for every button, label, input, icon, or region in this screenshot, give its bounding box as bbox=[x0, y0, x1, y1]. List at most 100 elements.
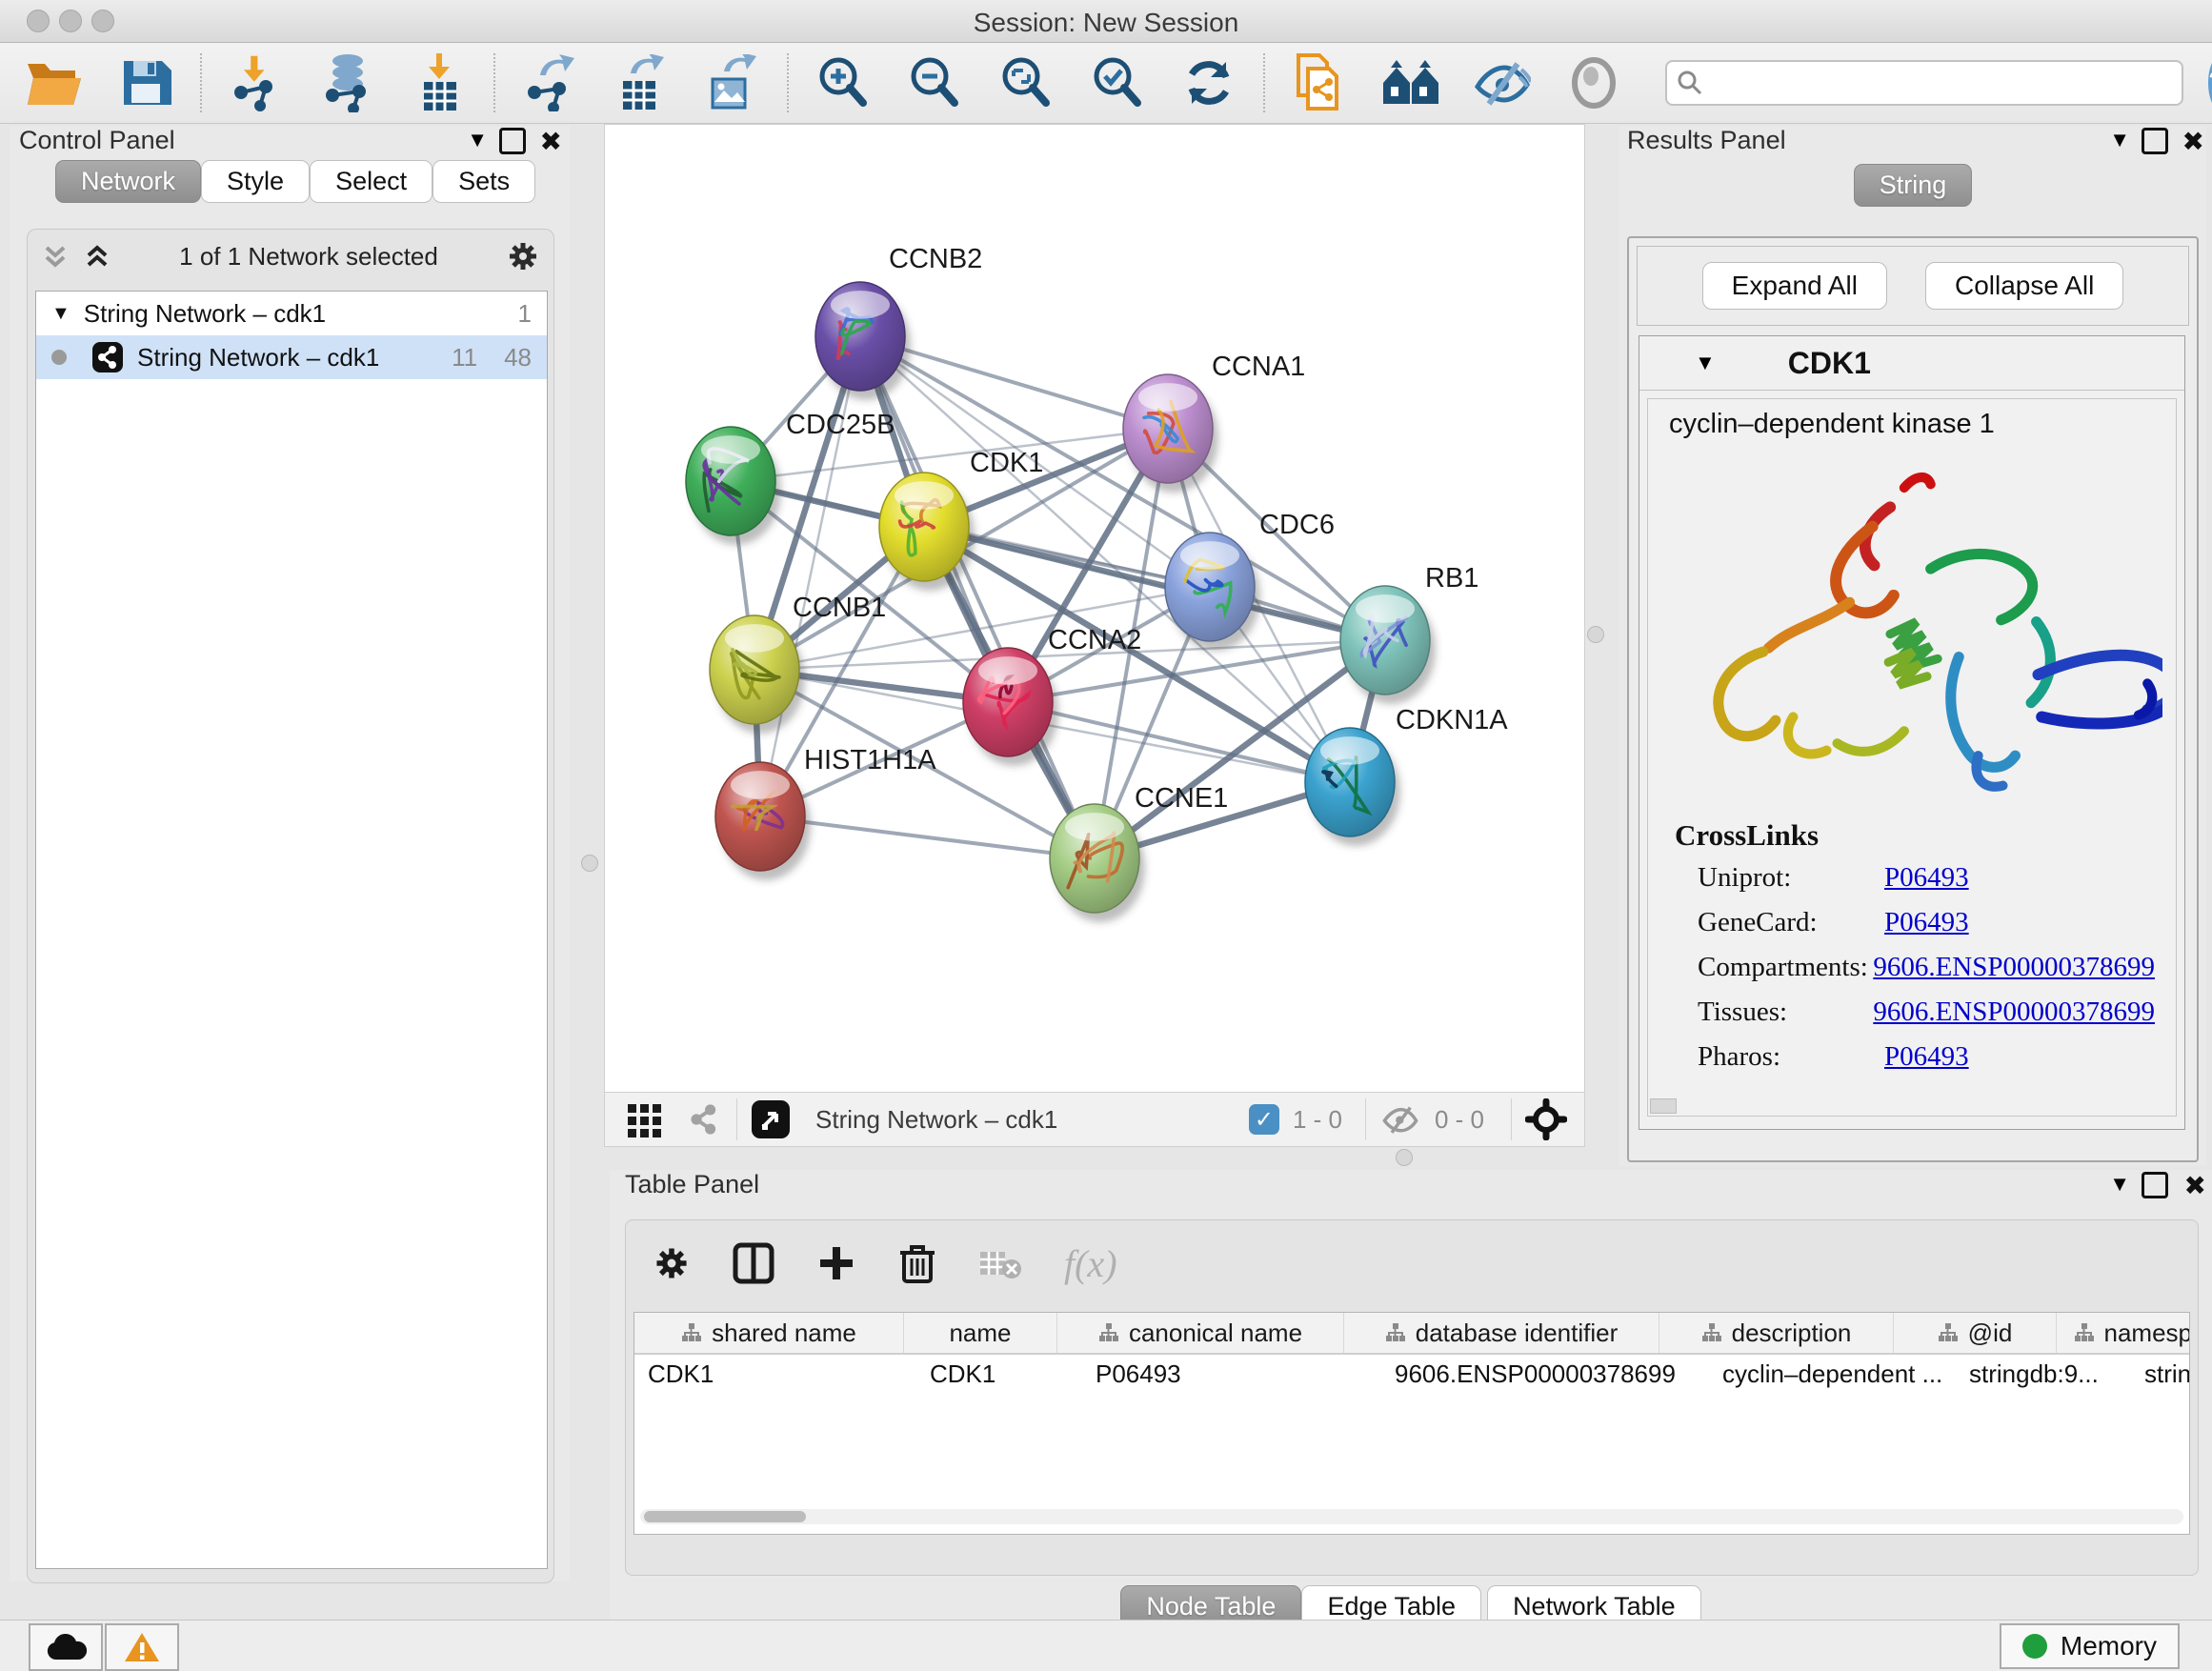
network-canvas[interactable]: CCNB2CCNA1CDC25BCDK1CDC6RB1CCNB1CCNA2CDK… bbox=[604, 124, 1585, 1094]
save-session-icon[interactable] bbox=[116, 53, 175, 112]
import-network-database-icon[interactable] bbox=[318, 53, 377, 112]
expand-all-button[interactable]: Expand All bbox=[1702, 262, 1887, 310]
show-columns-icon[interactable] bbox=[733, 1242, 774, 1284]
network-node-cdc6[interactable] bbox=[1165, 533, 1260, 651]
network-edge[interactable] bbox=[1008, 702, 1350, 782]
column-header--id[interactable]: @id bbox=[1894, 1313, 2057, 1353]
network-node-count: 11 bbox=[452, 343, 477, 372]
node-table[interactable]: shared namenamecanonical namedatabase id… bbox=[633, 1312, 2190, 1535]
column-header-description[interactable]: description bbox=[1659, 1313, 1894, 1353]
table-row[interactable]: CDK1CDK1P064939606.ENSP00000378699cyclin… bbox=[634, 1355, 2189, 1393]
crosslink-link[interactable]: P06493 bbox=[1884, 1041, 1969, 1086]
collection-count: 1 bbox=[518, 299, 532, 329]
table-hscrollbar[interactable] bbox=[640, 1509, 2183, 1524]
first-neighbors-icon[interactable] bbox=[1381, 53, 1440, 112]
tab-sets[interactable]: Sets bbox=[432, 160, 535, 203]
results-scroll-corner[interactable] bbox=[1650, 1098, 1677, 1114]
zoom-fit-icon[interactable] bbox=[996, 53, 1056, 112]
control-panel-close-icon[interactable]: ✖ bbox=[540, 126, 562, 157]
network-edge[interactable] bbox=[924, 527, 1385, 640]
clone-network-icon[interactable] bbox=[1290, 53, 1349, 112]
column-header-name[interactable]: name bbox=[904, 1313, 1057, 1353]
crosslink-link[interactable]: 9606.ENSP00000378699 bbox=[1873, 952, 2155, 997]
network-node-cdc25b[interactable] bbox=[686, 427, 781, 545]
network-node-ccnb1[interactable] bbox=[710, 615, 805, 734]
export-network-icon[interactable] bbox=[520, 53, 579, 112]
results-panel-close-icon[interactable]: ✖ bbox=[2182, 126, 2204, 157]
table-panel-close-icon[interactable]: ✖ bbox=[2184, 1170, 2206, 1201]
search-input[interactable] bbox=[1665, 60, 2183, 106]
table-gear-icon[interactable] bbox=[653, 1244, 691, 1282]
network-node-ccnb2[interactable] bbox=[815, 282, 911, 400]
network-node-ccna2[interactable] bbox=[963, 648, 1058, 766]
grid-view-icon[interactable] bbox=[626, 1100, 664, 1138]
network-edge[interactable] bbox=[860, 336, 1095, 858]
collapse-all-chevron-icon[interactable] bbox=[41, 242, 70, 271]
birdseye-view-icon[interactable] bbox=[751, 1099, 791, 1139]
import-network-file-icon[interactable] bbox=[227, 53, 286, 112]
left-splitter-handle[interactable] bbox=[581, 855, 598, 872]
gear-icon[interactable] bbox=[506, 239, 540, 273]
help-icon[interactable]: ? bbox=[2208, 57, 2212, 109]
zoom-out-icon[interactable] bbox=[905, 53, 964, 112]
cloud-status-button[interactable] bbox=[29, 1623, 103, 1671]
grayed-eye-icon bbox=[1564, 53, 1623, 112]
selected-checkbox-icon[interactable]: ✓ bbox=[1249, 1104, 1279, 1135]
right-splitter-handle[interactable] bbox=[1587, 626, 1604, 643]
hidden-eye-icon bbox=[1379, 1102, 1421, 1137]
expand-all-chevron-icon[interactable] bbox=[83, 242, 111, 271]
results-panel-float-icon[interactable] bbox=[2142, 128, 2168, 154]
open-session-icon[interactable] bbox=[25, 53, 84, 112]
network-node-rb1[interactable] bbox=[1340, 586, 1436, 704]
crosslink-link[interactable]: P06493 bbox=[1884, 862, 1969, 907]
export-table-icon[interactable] bbox=[612, 53, 671, 112]
memory-button[interactable]: Memory bbox=[2000, 1623, 2180, 1669]
column-header-database-identifier[interactable]: database identifier bbox=[1344, 1313, 1659, 1353]
crosslink-label: Pharos: bbox=[1698, 1041, 1884, 1086]
hide-selected-icon[interactable] bbox=[1473, 53, 1532, 112]
results-panel-collapse-icon[interactable]: ▼ bbox=[2109, 128, 2130, 152]
add-column-icon[interactable] bbox=[816, 1243, 856, 1283]
share-view-icon[interactable] bbox=[687, 1101, 723, 1137]
crosslink-link[interactable]: 9606.ENSP00000378699 bbox=[1873, 997, 2155, 1041]
tab-style[interactable]: Style bbox=[201, 160, 310, 203]
tab-network[interactable]: Network bbox=[55, 160, 201, 203]
export-image-icon[interactable] bbox=[703, 53, 762, 112]
gene-section-expander-icon[interactable]: ▼ bbox=[1695, 351, 1716, 375]
network-graph[interactable]: CCNB2CCNA1CDC25BCDK1CDC6RB1CCNB1CCNA2CDK… bbox=[605, 125, 1584, 1093]
network-node-ccne1[interactable] bbox=[1050, 804, 1145, 922]
horizontal-splitter-handle[interactable] bbox=[1396, 1149, 1413, 1166]
control-panel-float-icon[interactable] bbox=[499, 128, 526, 154]
tab-select[interactable]: Select bbox=[310, 160, 432, 203]
warning-status-button[interactable] bbox=[105, 1623, 179, 1671]
column-header-canonical-name[interactable]: canonical name bbox=[1057, 1313, 1344, 1353]
collapse-all-button[interactable]: Collapse All bbox=[1925, 262, 2123, 310]
tree-expander-icon[interactable]: ▼ bbox=[51, 303, 70, 325]
network-tree-root-row[interactable]: ▼ String Network – cdk1 1 bbox=[36, 292, 547, 335]
network-view-toolbar: String Network – cdk1 ✓ 1 - 0 0 - 0 bbox=[604, 1092, 1585, 1147]
control-panel-collapse-icon[interactable]: ▼ bbox=[467, 128, 488, 152]
network-tree-child-row[interactable]: String Network – cdk1 11 48 bbox=[36, 335, 547, 379]
network-node-hist1h1a[interactable] bbox=[715, 762, 811, 880]
import-table-icon[interactable] bbox=[410, 53, 469, 112]
network-node-cdkn1a[interactable] bbox=[1305, 728, 1400, 846]
column-header-shared-name[interactable]: shared name bbox=[634, 1313, 904, 1353]
zoom-selected-icon[interactable] bbox=[1088, 53, 1147, 112]
delete-column-icon[interactable] bbox=[898, 1241, 936, 1285]
zoom-in-icon[interactable] bbox=[814, 53, 873, 112]
network-node-cdk1[interactable] bbox=[879, 473, 975, 591]
tab-string[interactable]: String bbox=[1854, 164, 1973, 207]
crosslink-link[interactable]: P06493 bbox=[1884, 907, 1969, 952]
network-list-box: 1 of 1 Network selected ▼ String Network… bbox=[27, 229, 554, 1583]
table-panel-collapse-icon[interactable]: ▼ bbox=[2109, 1172, 2130, 1197]
pan-crosshair-icon[interactable] bbox=[1525, 1098, 1567, 1140]
table-box: f(x) shared namenamecanonical namedataba… bbox=[625, 1219, 2199, 1576]
table-panel-float-icon[interactable] bbox=[2142, 1172, 2168, 1198]
node-label-hist1h1a: HIST1H1A bbox=[804, 745, 936, 775]
column-header-namespac[interactable]: namespac bbox=[2057, 1313, 2190, 1353]
main-toolbar: ? bbox=[0, 43, 2212, 124]
table-hscrollbar-thumb[interactable] bbox=[644, 1511, 806, 1522]
refresh-icon[interactable] bbox=[1179, 53, 1238, 112]
search-icon bbox=[1677, 70, 1703, 96]
memory-status-dot-icon bbox=[2022, 1634, 2047, 1659]
